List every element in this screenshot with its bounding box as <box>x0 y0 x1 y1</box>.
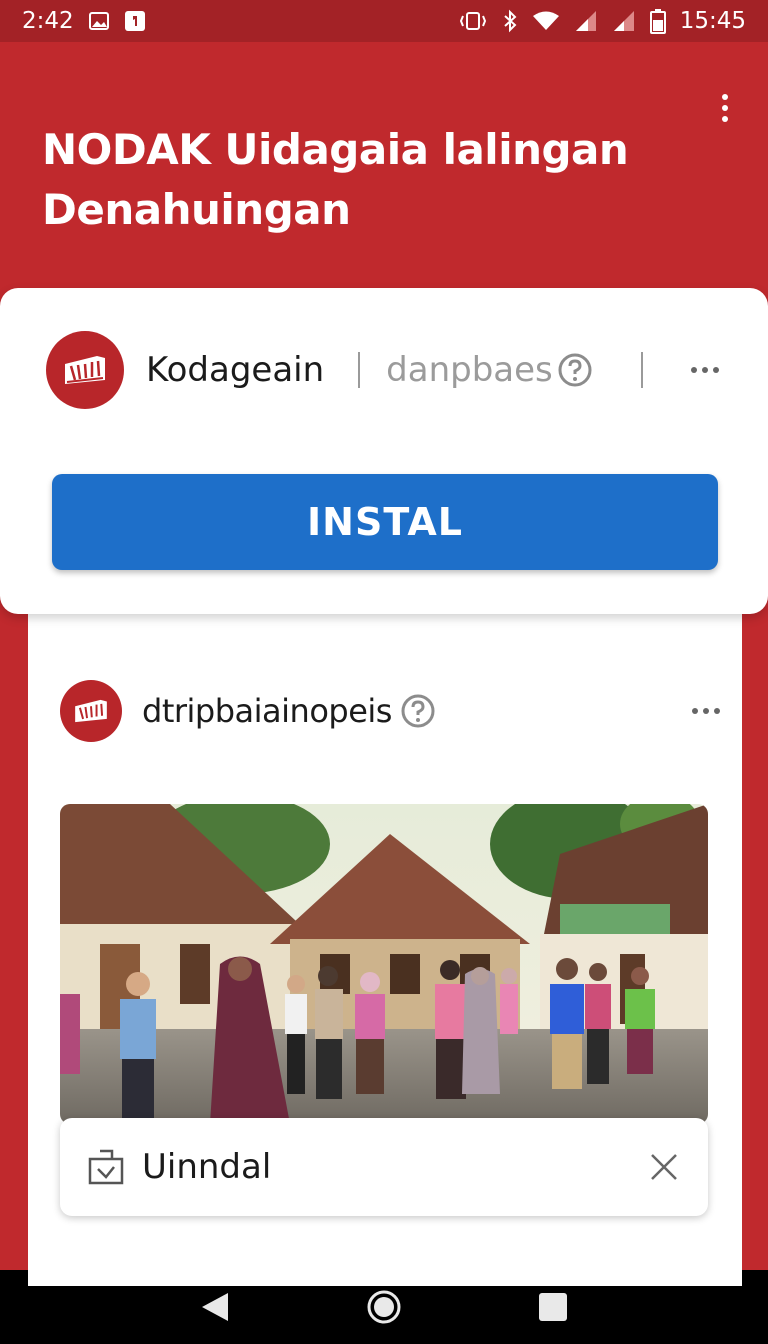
post-author[interactable]: dtripbaiainopeis <box>142 692 392 730</box>
home-icon[interactable] <box>354 1277 414 1337</box>
app-name: Kodageain <box>146 350 325 390</box>
app-row: Kodageain danpbaes <box>46 330 726 410</box>
divider <box>358 352 361 388</box>
recents-icon[interactable] <box>523 1277 583 1337</box>
back-icon[interactable] <box>185 1277 245 1337</box>
install-card: Kodageain danpbaes INSTAL <box>0 288 768 614</box>
install-button[interactable]: INSTAL <box>52 474 718 570</box>
download-bar[interactable]: Uinndal <box>60 1118 708 1216</box>
author-avatar-icon[interactable] <box>60 680 122 742</box>
side-strip-right <box>740 600 768 1280</box>
status-right: 15:45 <box>458 8 746 34</box>
close-icon[interactable] <box>648 1151 680 1183</box>
help-icon[interactable] <box>557 352 593 388</box>
page-title: NODAK Uidagaia lalingan Denahuingan <box>42 125 629 234</box>
post-header: dtripbaiainopeis <box>60 678 720 744</box>
help-icon[interactable] <box>400 693 436 729</box>
post-photo[interactable] <box>60 804 708 1124</box>
download-icon <box>86 1147 126 1187</box>
more-options-icon[interactable] <box>690 367 719 373</box>
post-more-options-icon[interactable] <box>692 708 720 714</box>
vibrate-icon <box>458 10 488 32</box>
status-left: 2:42 <box>22 8 146 34</box>
wifi-icon <box>532 10 560 32</box>
overflow-menu-icon[interactable] <box>710 88 740 128</box>
side-strip-left <box>0 600 28 1280</box>
signal-icon <box>612 10 636 32</box>
download-label: Uinndal <box>142 1147 272 1187</box>
app-header: NODAK Uidagaia lalingan Denahuingan <box>0 42 768 302</box>
post-card: dtripbaiainopeis Uinndal <box>28 596 742 1286</box>
bluetooth-icon <box>502 9 518 33</box>
app-logo-icon <box>46 331 124 409</box>
status-time-right: 15:45 <box>679 8 746 34</box>
status-bar: 2:42 15:45 <box>0 0 768 42</box>
divider <box>640 352 643 388</box>
battery-icon <box>649 8 666 34</box>
status-time-left: 2:42 <box>22 8 74 34</box>
notification-icon <box>124 10 146 32</box>
image-icon <box>88 10 110 32</box>
signal-icon <box>574 10 598 32</box>
app-subtitle: danpbaes <box>386 350 553 390</box>
